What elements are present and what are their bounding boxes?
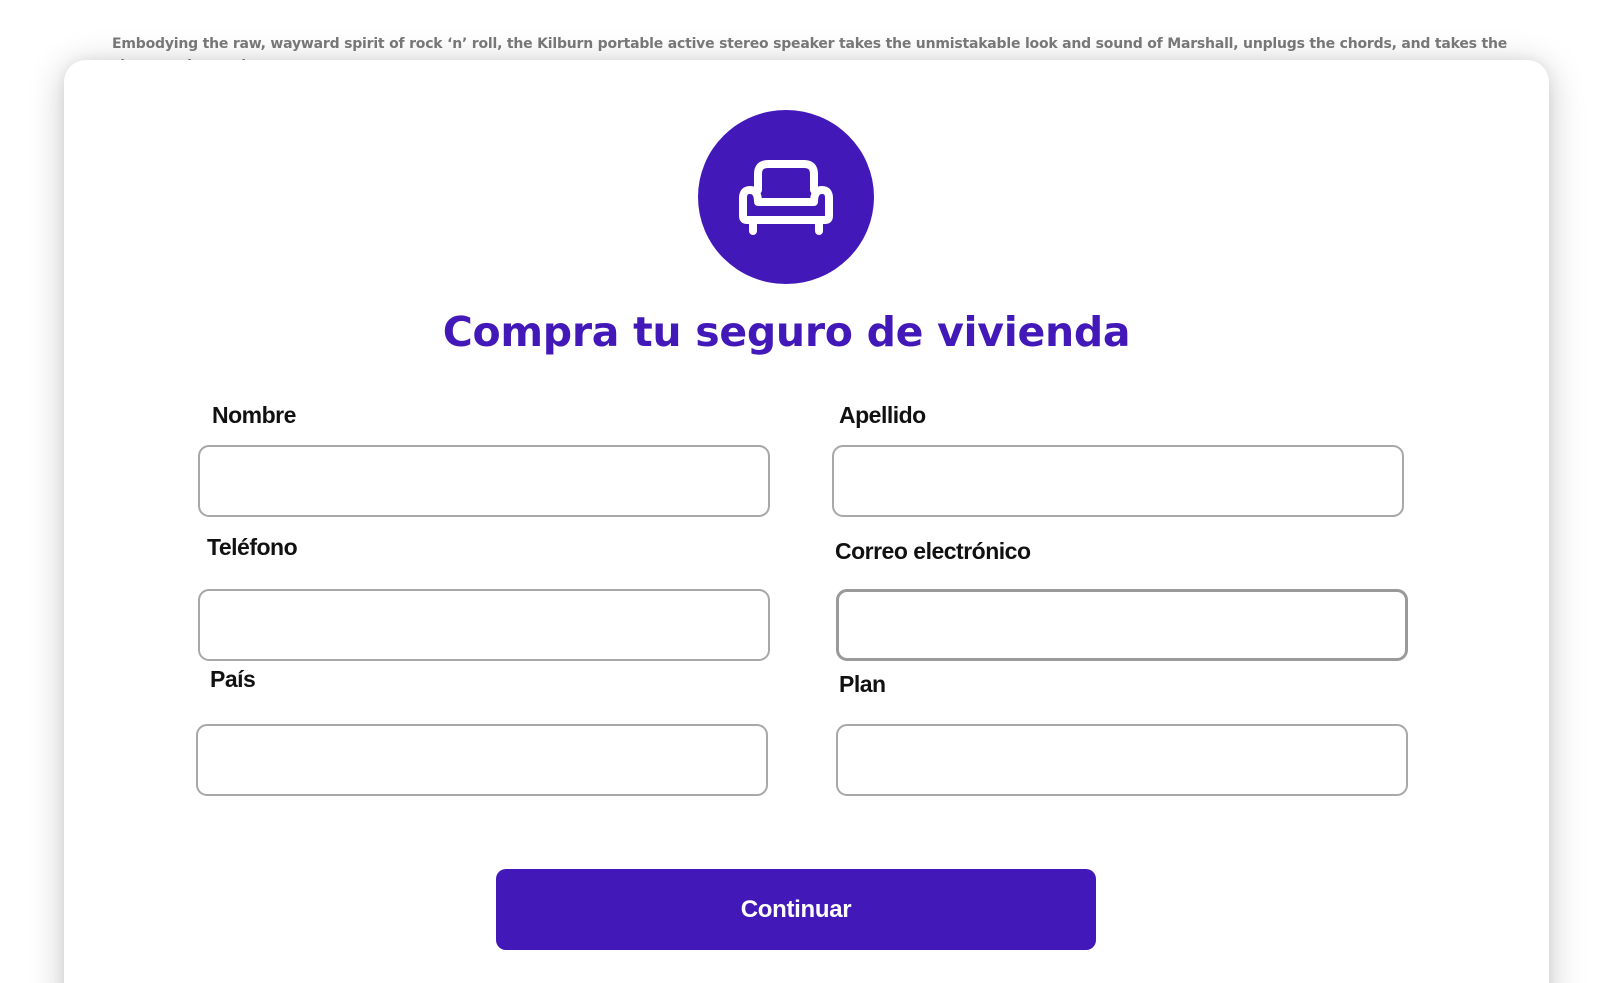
plan-input[interactable] [836, 724, 1408, 796]
form-title: Compra tu seguro de vivienda [442, 308, 1131, 356]
icon-badge [698, 110, 874, 284]
correo-input[interactable] [836, 589, 1408, 661]
telefono-input[interactable] [198, 589, 770, 661]
continue-button[interactable]: Continuar [496, 869, 1096, 950]
insurance-form-card: Compra tu seguro de vivienda Nombre Apel… [64, 60, 1549, 983]
nombre-label: Nombre [212, 402, 296, 428]
pais-label: País [210, 666, 256, 692]
nombre-input[interactable] [198, 445, 770, 517]
correo-label: Correo electrónico [835, 538, 1031, 564]
page: Embodying the raw, wayward spirit of roc… [0, 0, 1600, 983]
armchair-icon [739, 160, 833, 235]
pais-input[interactable] [196, 724, 768, 796]
plan-label: Plan [839, 671, 886, 697]
apellido-label: Apellido [839, 402, 926, 428]
apellido-input[interactable] [832, 445, 1404, 517]
telefono-label: Teléfono [207, 534, 298, 560]
